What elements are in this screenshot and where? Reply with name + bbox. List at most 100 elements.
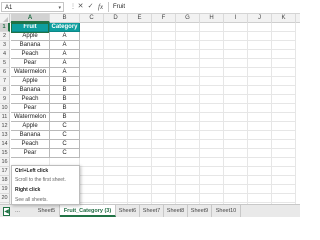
column-header-e[interactable]: E [128,14,152,23]
empty-cell[interactable] [272,185,296,194]
empty-cell[interactable] [224,140,248,149]
empty-cell[interactable] [128,122,152,131]
empty-cell[interactable] [248,59,272,68]
empty-cell[interactable] [80,86,104,95]
empty-cell[interactable] [224,86,248,95]
table-cell[interactable]: C [50,131,80,140]
empty-cell[interactable] [200,140,224,149]
table-cell[interactable]: Apple [11,77,50,86]
table-header-cell[interactable]: Fruit [11,23,50,32]
empty-cell[interactable] [80,194,104,203]
empty-cell[interactable] [176,23,200,32]
empty-cell[interactable] [80,176,104,185]
row-header-7[interactable]: 7 [0,77,10,86]
empty-cell[interactable] [152,95,176,104]
table-cell[interactable]: Apple [11,32,50,41]
column-header-k[interactable]: K [272,14,296,23]
empty-cell[interactable] [128,23,152,32]
table-cell[interactable]: B [50,113,80,122]
empty-cell[interactable] [152,77,176,86]
empty-cell[interactable] [224,122,248,131]
empty-cell[interactable] [200,59,224,68]
table-cell[interactable]: Pear [11,149,50,158]
empty-cell[interactable] [224,104,248,113]
empty-cell[interactable] [80,122,104,131]
empty-cell[interactable] [224,149,248,158]
column-header-j[interactable]: J [248,14,272,23]
empty-cell[interactable] [272,23,296,32]
empty-cell[interactable] [80,68,104,77]
empty-cell[interactable] [152,50,176,59]
empty-cell[interactable] [272,59,296,68]
empty-cell[interactable] [272,68,296,77]
empty-cell[interactable] [152,68,176,77]
row-header-1[interactable]: 1 [0,23,10,32]
empty-cell[interactable] [176,131,200,140]
empty-cell[interactable] [128,41,152,50]
table-cell[interactable]: B [50,95,80,104]
empty-cell[interactable] [200,149,224,158]
empty-cell[interactable] [176,95,200,104]
empty-cell[interactable] [272,167,296,176]
empty-cell[interactable] [152,41,176,50]
empty-cell[interactable] [128,194,152,203]
empty-cell[interactable] [224,68,248,77]
empty-cell[interactable] [80,185,104,194]
table-cell[interactable]: A [50,41,80,50]
row-header-11[interactable]: 11 [0,113,10,122]
empty-cell[interactable] [272,95,296,104]
column-header-a[interactable]: A [11,14,50,23]
empty-cell[interactable] [80,140,104,149]
empty-cell[interactable] [80,77,104,86]
row-header-19[interactable]: 19 [0,185,10,194]
empty-cell[interactable] [104,176,128,185]
empty-cell[interactable] [224,176,248,185]
empty-cell[interactable] [248,77,272,86]
empty-cell[interactable] [272,32,296,41]
empty-cell[interactable] [200,23,224,32]
table-cell[interactable]: Peach [11,95,50,104]
empty-cell[interactable] [80,95,104,104]
empty-cell[interactable] [248,41,272,50]
empty-cell[interactable] [248,158,272,167]
empty-cell[interactable] [128,167,152,176]
empty-cell[interactable] [200,122,224,131]
empty-cell[interactable] [272,104,296,113]
empty-cell[interactable] [80,59,104,68]
table-header-cell[interactable]: Category [50,23,80,32]
empty-cell[interactable] [200,176,224,185]
row-header-6[interactable]: 6 [0,68,10,77]
empty-cell[interactable] [176,59,200,68]
empty-cell[interactable] [80,41,104,50]
table-cell[interactable]: Banana [11,86,50,95]
empty-cell[interactable] [176,122,200,131]
empty-cell[interactable] [128,185,152,194]
empty-cell[interactable] [224,32,248,41]
empty-cell[interactable] [80,158,104,167]
empty-cell[interactable] [128,113,152,122]
empty-cell[interactable] [152,140,176,149]
empty-cell[interactable] [176,185,200,194]
table-cell[interactable]: C [50,149,80,158]
scroll-first-sheet-button[interactable]: ◀ [3,207,10,216]
empty-cell[interactable] [224,194,248,203]
empty-cell[interactable] [152,185,176,194]
column-header-d[interactable]: D [104,14,128,23]
empty-cell[interactable] [176,158,200,167]
row-header-20[interactable]: 20 [0,194,10,203]
empty-cell[interactable] [248,50,272,59]
row-header-13[interactable]: 13 [0,131,10,140]
column-header-f[interactable]: F [152,14,176,23]
checkmark-icon[interactable]: ✓ [86,2,95,12]
empty-cell[interactable] [80,131,104,140]
empty-cell[interactable] [224,167,248,176]
empty-cell[interactable] [200,167,224,176]
table-cell[interactable]: Pear [11,104,50,113]
empty-cell[interactable] [176,176,200,185]
empty-cell[interactable] [248,176,272,185]
empty-cell[interactable] [248,113,272,122]
empty-cell[interactable] [248,167,272,176]
table-cell[interactable]: Peach [11,50,50,59]
empty-cell[interactable] [128,50,152,59]
empty-cell[interactable] [80,149,104,158]
